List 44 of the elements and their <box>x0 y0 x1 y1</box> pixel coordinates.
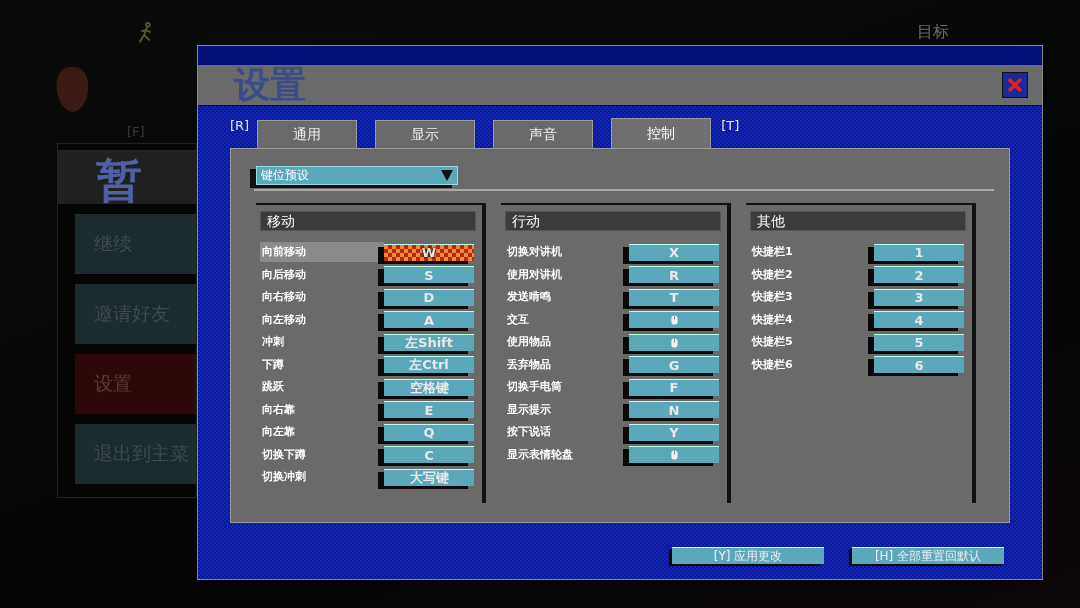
action-label: 跳跃 <box>261 379 285 396</box>
tab-next-hint: [T] <box>721 118 740 133</box>
action-label: 下蹲 <box>261 356 285 373</box>
action-label: 切换对讲机 <box>506 244 563 261</box>
action-label: 显示提示 <box>506 401 552 418</box>
section-header: 行动 <box>505 211 721 231</box>
action-label: 使用物品 <box>506 334 552 351</box>
action-label: 冲刺 <box>261 334 285 351</box>
action-label: 向左靠 <box>261 424 296 441</box>
tab[interactable]: 控制 <box>611 118 712 148</box>
action-label: 向右靠 <box>261 401 296 418</box>
action-label: 快捷栏4 <box>750 311 794 328</box>
action-label: 显示表情轮盘 <box>506 446 574 463</box>
action-label: 按下说话 <box>506 424 552 441</box>
action-label: 向左移动 <box>261 311 307 328</box>
tab-prev-hint: [R] <box>230 118 250 133</box>
action-label: 快捷栏1 <box>750 244 794 261</box>
action-label: 切换冲刺 <box>261 469 307 486</box>
action-label: 交互 <box>506 311 530 328</box>
action-label: 快捷栏6 <box>750 356 794 373</box>
mouse-icon <box>670 450 678 461</box>
reset-button[interactable]: [H] 全部重置回默认 <box>852 547 1004 564</box>
close-button[interactable] <box>1002 72 1028 98</box>
tab[interactable]: 通用 <box>257 120 358 148</box>
mouse-icon <box>670 315 678 326</box>
action-label: 向后移动 <box>261 266 307 283</box>
objective-label: 目标 <box>917 22 949 42</box>
tab[interactable]: 声音 <box>493 120 594 148</box>
action-label: 向前移动 <box>260 242 384 263</box>
action-label: 快捷栏2 <box>750 266 794 283</box>
action-label: 快捷栏3 <box>750 289 794 306</box>
action-label: 发送啃鸣 <box>506 289 552 306</box>
tab[interactable]: 显示 <box>375 120 476 148</box>
apply-button[interactable]: [Y] 应用更改 <box>672 547 824 564</box>
pause-title: 暂 <box>58 150 196 204</box>
section-header: 移动 <box>260 211 476 231</box>
action-label: 使用对讲机 <box>506 266 563 283</box>
action-label: 丢弃物品 <box>506 356 552 373</box>
action-label: 切换手电筒 <box>506 379 563 396</box>
mouse-icon <box>670 337 678 348</box>
action-label: 切换下蹲 <box>261 446 307 463</box>
action-label: 快捷栏5 <box>750 334 794 351</box>
section-header: 其他 <box>750 211 966 231</box>
action-label: 向右移动 <box>261 289 307 306</box>
